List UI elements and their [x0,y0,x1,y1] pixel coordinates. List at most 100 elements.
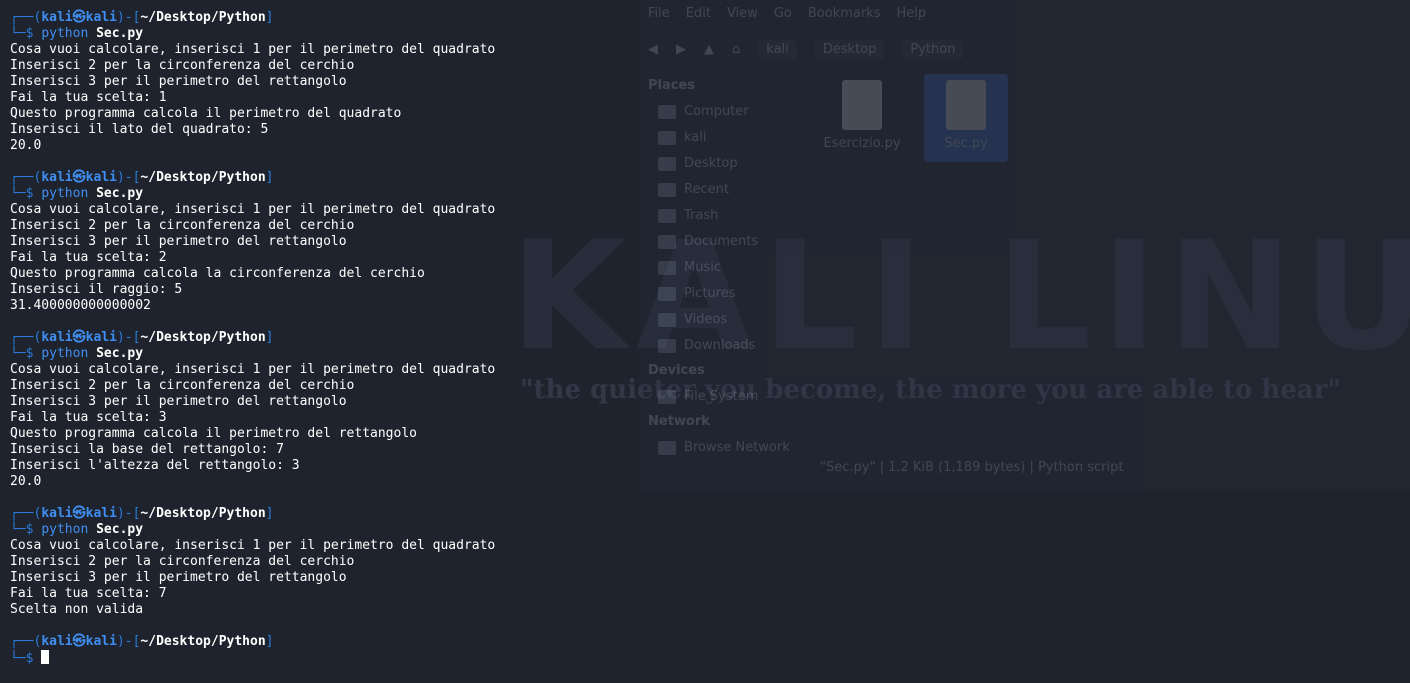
prompt-frame: ] [265,634,274,649]
path-segment: Desktop [814,39,885,59]
output-line: Inserisci il lato del quadrato: 5 [10,122,269,137]
prompt-dollar: $ [25,186,42,201]
prompt-user: kali㉿kali [41,330,117,345]
python-file-icon [842,80,882,130]
prompt-frame: )-[ [116,10,141,25]
devices-heading: Devices [648,363,705,378]
output-line: Inserisci il raggio: 5 [10,282,183,297]
menu-item: Bookmarks [807,6,881,21]
prompt-command-line: └─$ python Sec.py [10,522,650,538]
output-line: Cosa vuoi calcolare, inserisci 1 per il … [10,538,496,553]
prompt-command-line: └─$ python Sec.py [10,26,650,42]
output-line: Cosa vuoi calcolare, inserisci 1 per il … [10,362,496,377]
folder-icon [658,313,676,327]
sidebar-item: Recent [648,177,808,203]
prompt-frame: └─ [10,26,26,41]
file-name: Esercizio.py [823,136,901,151]
output-line: Scelta non valida [10,602,144,617]
file-manager-window: File Edit View Go Bookmarks Help ◀ ▶ ▲ ⌂ kali Desk… [640,0,1410,490]
file-tile: Esercizio.py [820,74,904,162]
prompt-frame: ] [265,10,274,25]
command-argument: Sec.py [96,522,144,537]
prompt-frame: ] [265,506,274,521]
command-name: python [41,346,89,361]
folder-icon [658,287,676,301]
menu-item: Help [896,6,927,21]
output-line: Fai la tua scelta: 3 [10,410,167,425]
terminal-output[interactable]: ┌──(kali㉿kali)-[~/Desktop/Python] └─$ pyt… [10,10,650,666]
folder-icon [658,339,676,353]
sidebar-item: Trash [648,203,808,229]
sidebar-item-label: Downloads [684,338,756,353]
prompt-frame: ┌──( [10,506,42,521]
folder-icon [658,183,676,197]
output-line: Inserisci 3 per il perimetro del rettang… [10,74,347,89]
places-heading: Places [648,78,696,93]
output-line: 20.0 [10,138,42,153]
output-line: Inserisci l'altezza del rettangolo: 3 [10,458,300,473]
prompt-header: ┌──(kali㉿kali)-[~/Desktop/Python] [10,330,650,346]
sidebar-item: Videos [648,307,808,333]
text-cursor[interactable] [41,650,50,664]
sidebar-item-label: Computer [684,104,749,119]
output-line: Fai la tua scelta: 7 [10,586,167,601]
sidebar-item: Music [648,255,808,281]
prompt-header: ┌──(kali㉿kali)-[~/Desktop/Python] [10,170,650,186]
prompt-dollar: $ [25,346,42,361]
network-list: Browse Network [648,435,808,461]
prompt-frame: )-[ [116,170,141,185]
prompt-frame: )-[ [116,330,141,345]
prompt-frame: ] [265,170,274,185]
menu-item: File [648,6,670,21]
menu-item: Go [773,6,792,21]
output-line: Questo programma calcola il perimetro de… [10,106,402,121]
sidebar-item: Computer [648,99,808,125]
menu-item: View [726,6,758,21]
output-line: Inserisci 3 per il perimetro del rettang… [10,234,347,249]
prompt-frame: ┌──( [10,634,42,649]
command-name: python [41,522,89,537]
output-line: Inserisci 2 per la circonferenza del cer… [10,218,355,233]
prompt-frame: └─ [10,651,26,666]
sidebar-item-label: Recent [684,182,729,197]
sidebar-item-label: Desktop [684,156,738,171]
file-tile: Sec.py [924,74,1008,162]
prompt-frame: ] [265,330,274,345]
path-segment: Python [902,39,964,59]
sidebar-item: Desktop [648,151,808,177]
home-icon: ⌂ [732,41,741,57]
file-name: Sec.py [944,136,988,151]
file-grid: Esercizio.py Sec.py [820,74,1008,162]
file-manager-toolbar: ◀ ▶ ▲ ⌂ kali Desktop Python [648,38,1388,60]
output-line: Cosa vuoi calcolare, inserisci 1 per il … [10,42,496,57]
command-name: python [41,26,89,41]
file-manager-menubar: File Edit View Go Bookmarks Help [648,6,926,21]
prompt-dollar: $ [25,26,42,41]
output-line: Inserisci 3 per il perimetro del rettang… [10,570,347,585]
python-file-icon [946,80,986,130]
folder-icon [658,390,676,404]
prompt-frame: ┌──( [10,330,42,345]
sidebar-item-label: Pictures [684,286,736,301]
prompt-cwd: ~/Desktop/Python [140,10,266,25]
prompt-dollar: $ [25,651,42,666]
prompt-frame: ┌──( [10,170,42,185]
sidebar-item: Browse Network [648,435,808,461]
prompt-frame: └─ [10,186,26,201]
prompt-user: kali㉿kali [41,170,117,185]
devices-list: File System [648,384,808,410]
prompt-cwd: ~/Desktop/Python [140,330,266,345]
sidebar-item-label: Music [684,260,721,275]
output-line: Inserisci 2 per la circonferenza del cer… [10,58,355,73]
output-line: Inserisci 3 per il perimetro del rettang… [10,394,347,409]
output-line: Inserisci la base del rettangolo: 7 [10,442,284,457]
output-line: 20.0 [10,474,42,489]
output-line: Inserisci 2 per la circonferenza del cer… [10,554,355,569]
folder-icon [658,157,676,171]
desktop-screen: KALI LINUX "the quieter you become, the … [0,0,1410,683]
sidebar-item: Downloads [648,333,808,359]
folder-icon [658,131,676,145]
sidebar-item-label: Videos [684,312,728,327]
sidebar-item: Pictures [648,281,808,307]
